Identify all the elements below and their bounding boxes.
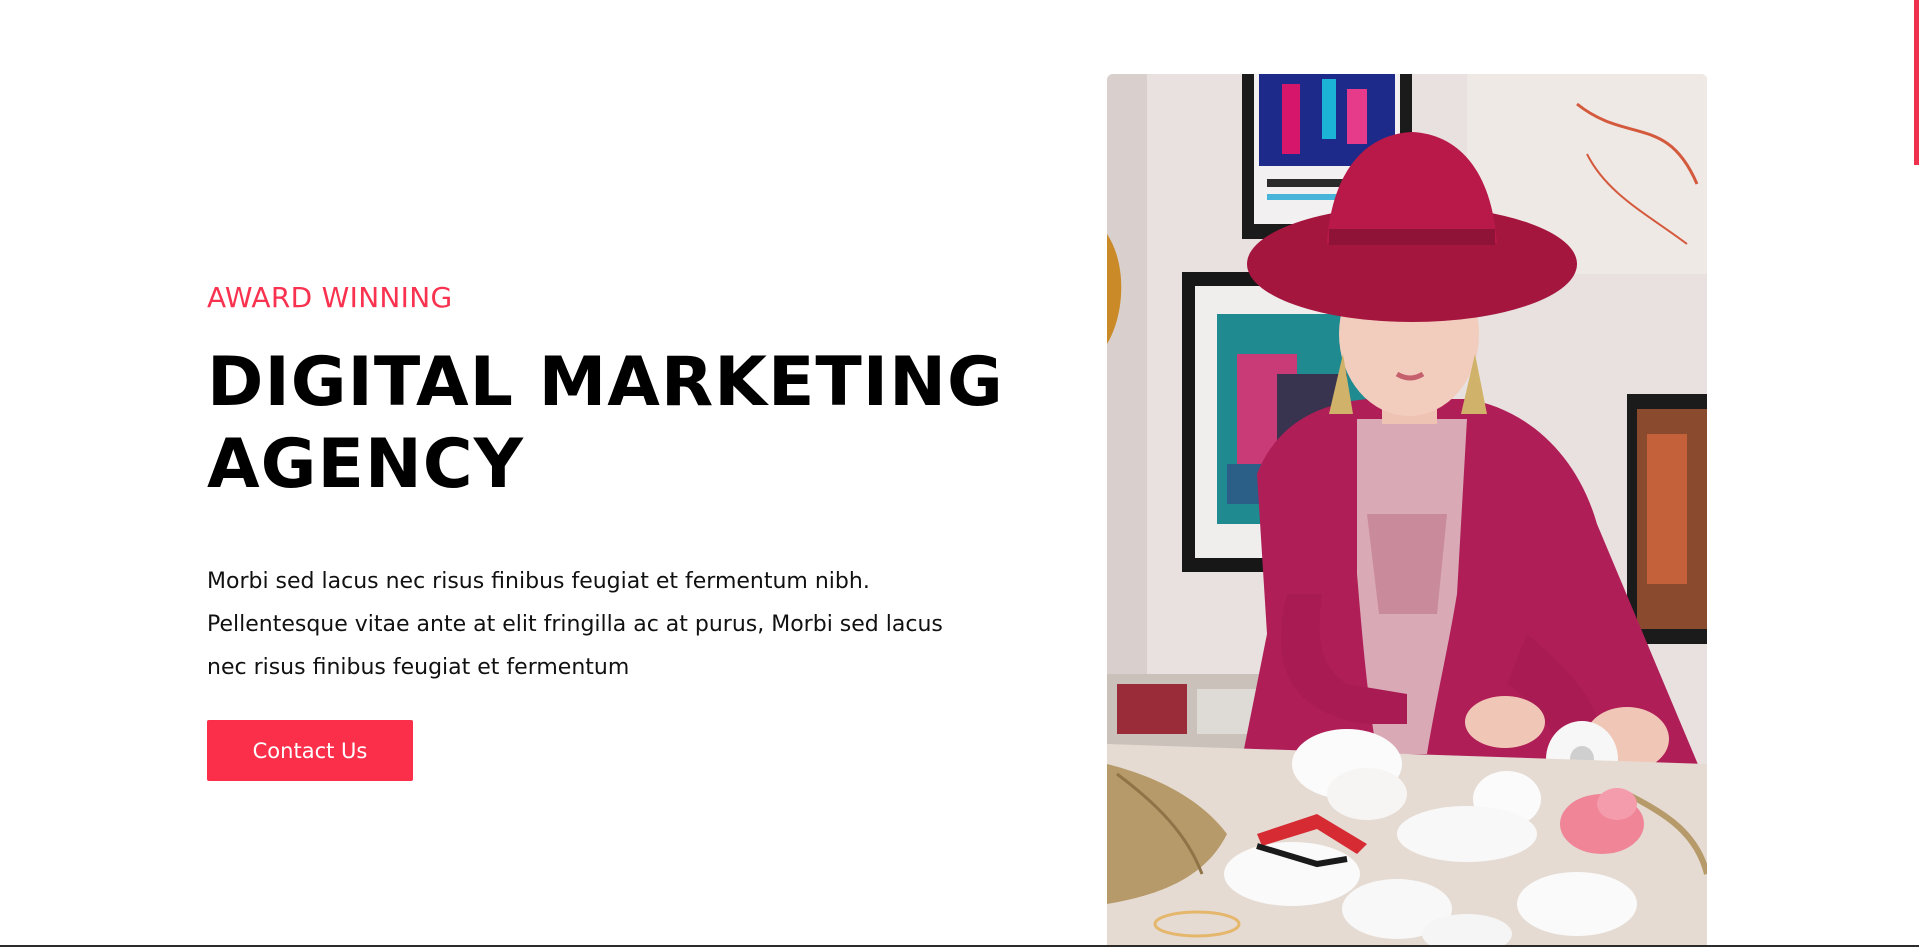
eyebrow-label: AWARD WINNING [207, 281, 453, 314]
hero-title-line-1: DIGITAL MARKETING [207, 343, 1004, 422]
hero-title-line-2: AGENCY [207, 425, 524, 504]
contact-us-button[interactable]: Contact Us [207, 720, 413, 781]
hero-page: AWARD WINNING DIGITAL MARKETING AGENCY M… [0, 0, 1919, 947]
hero-title: DIGITAL MARKETING AGENCY [207, 342, 1027, 506]
hero-description-line-1: Morbi sed lacus nec risus finibus feugia… [207, 569, 870, 594]
hero-description-line-2: Pellentesque vitae ante at elit fringill… [207, 612, 943, 637]
hero-text-block: AWARD WINNING DIGITAL MARKETING AGENCY M… [207, 278, 1027, 689]
scrollbar-thumb[interactable] [1914, 0, 1919, 165]
hero-description-line-3: nec risus finibus feugiat et fermentum [207, 655, 630, 680]
hero-photo [1107, 74, 1707, 947]
hero-description: Morbi sed lacus nec risus finibus feugia… [207, 560, 1007, 689]
